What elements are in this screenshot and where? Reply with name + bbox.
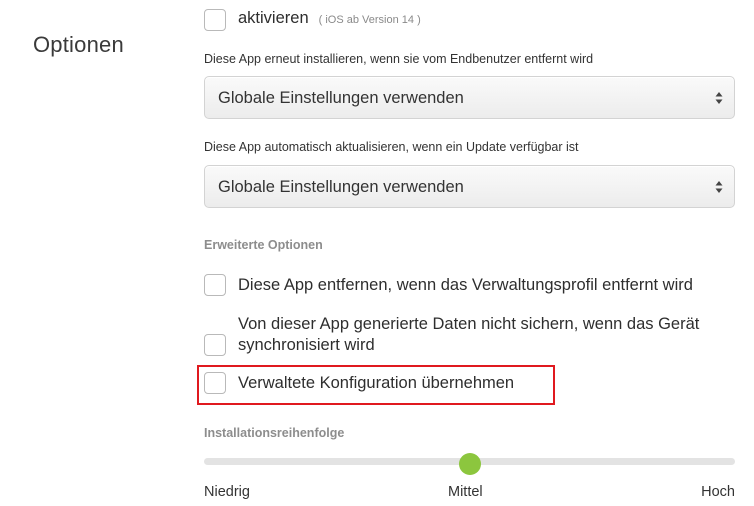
install-order-heading: Installationsreihenfolge bbox=[204, 426, 345, 440]
remove-app-label: Diese App entfernen, wenn das Verwaltung… bbox=[238, 276, 693, 294]
no-backup-label-line1: Von dieser App generierte Daten nicht si… bbox=[238, 315, 700, 333]
reinstall-select[interactable]: Globale Einstellungen verwenden bbox=[204, 76, 735, 119]
install-order-slider-thumb[interactable] bbox=[459, 453, 481, 475]
managed-config-label: Verwaltete Konfiguration übernehmen bbox=[238, 374, 515, 392]
reinstall-label: Diese App erneut installieren, wenn sie … bbox=[204, 52, 594, 66]
autoupdate-select-value: Globale Einstellungen verwenden bbox=[218, 178, 464, 196]
autoupdate-select[interactable]: Globale Einstellungen verwenden bbox=[204, 165, 735, 208]
ios-version-hint: ( iOS ab Version 14 ) bbox=[318, 14, 421, 26]
level-high-label: Hoch bbox=[701, 484, 735, 500]
select-arrows-icon bbox=[715, 92, 723, 104]
activate-checkbox[interactable] bbox=[204, 9, 226, 31]
remove-app-checkbox[interactable] bbox=[204, 274, 226, 296]
select-arrows-icon bbox=[715, 181, 723, 193]
level-low-label: Niedrig bbox=[204, 484, 250, 500]
reinstall-select-value: Globale Einstellungen verwenden bbox=[218, 89, 464, 107]
section-title: Optionen bbox=[33, 32, 124, 57]
advanced-options-heading: Erweiterte Optionen bbox=[204, 238, 323, 252]
managed-config-checkbox[interactable] bbox=[204, 372, 226, 394]
autoupdate-label: Diese App automatisch aktualisieren, wen… bbox=[204, 140, 579, 154]
activate-label: aktivieren ( iOS ab Version 14 ) bbox=[238, 7, 421, 31]
level-medium-label: Mittel bbox=[448, 484, 483, 500]
no-backup-label-line2: synchronisiert wird bbox=[238, 336, 375, 354]
no-backup-checkbox[interactable] bbox=[204, 334, 226, 356]
activate-text: aktivieren bbox=[238, 9, 309, 27]
